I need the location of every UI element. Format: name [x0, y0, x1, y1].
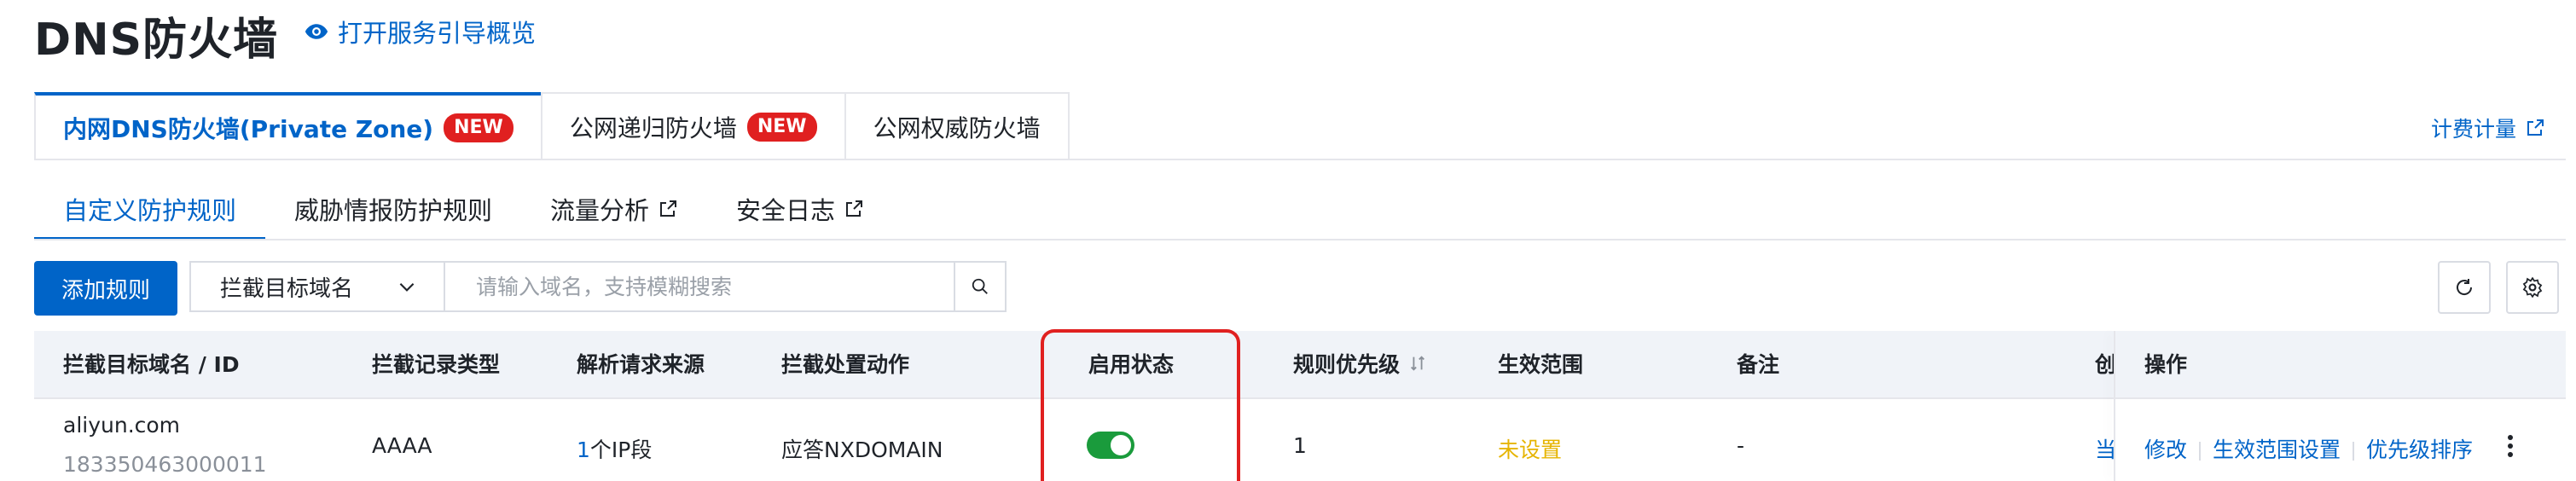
edit-link[interactable]: 修改: [2144, 438, 2187, 462]
filter-field-value: 拦截目标域名: [220, 275, 354, 302]
external-link-icon: [846, 200, 863, 217]
external-link-icon: [660, 200, 677, 217]
tab-public-authoritative-label: 公网权威防火墙: [873, 114, 1041, 142]
column-header-ops: 操作: [2144, 352, 2188, 377]
column-header-priority[interactable]: 规则优先级: [1293, 348, 1427, 379]
tab-traffic-analysis-label: 流量分析: [550, 196, 650, 225]
settings-button[interactable]: [2506, 261, 2559, 314]
more-vertical-icon: [2508, 435, 2513, 457]
sort-icon: [1411, 356, 1424, 371]
sub-tabs-divider: [34, 239, 2566, 240]
external-link-icon: [2527, 119, 2544, 136]
refresh-button[interactable]: [2438, 261, 2491, 314]
cell-action: 应答NXDOMAIN: [781, 438, 943, 462]
billing-link[interactable]: 计费计量: [2431, 113, 2545, 143]
column-header-source: 解析请求来源: [577, 352, 705, 377]
tab-traffic-analysis[interactable]: 流量分析: [521, 181, 707, 237]
header-divider: [34, 397, 2566, 399]
tab-security-logs[interactable]: 安全日志: [707, 181, 893, 237]
column-header-action: 拦截处置动作: [781, 352, 910, 377]
tab-private-zone-label: 内网DNS防火墙(Private Zone): [63, 115, 434, 143]
service-guide-link[interactable]: 打开服务引导概览: [304, 14, 536, 49]
add-rule-button[interactable]: 添加规则: [34, 261, 177, 316]
source-suffix: 个IP段: [589, 438, 653, 462]
new-badge: NEW: [444, 113, 513, 142]
scope-settings-link[interactable]: 生效范围设置: [2213, 438, 2341, 462]
tab-threat-intel-rules-label: 威胁情报防护规则: [294, 196, 493, 225]
tabs-divider: [34, 159, 2566, 160]
tab-threat-intel-rules[interactable]: 威胁情报防护规则: [265, 181, 521, 237]
column-header-note: 备注: [1737, 352, 1780, 377]
status-column-highlight: [1041, 329, 1240, 481]
divider: [2353, 442, 2355, 461]
ops-column-divider: [2114, 331, 2115, 481]
column-header-priority-label: 规则优先级: [1293, 352, 1401, 377]
product-tabs: 内网DNS防火墙(Private Zone) NEW 公网递归防火墙 NEW 公…: [34, 92, 1070, 160]
cell-domain: aliyun.com: [63, 413, 181, 438]
cell-scope: 未设置: [1498, 438, 1563, 462]
more-actions-button[interactable]: [2498, 433, 2523, 459]
column-header-domain: 拦截目标域名 / ID: [63, 352, 240, 377]
cell-created[interactable]: 当: [2095, 433, 2114, 464]
rule-tabs: 自定义防护规则 威胁情报防护规则 流量分析 安全日志: [34, 181, 893, 240]
tab-public-authoritative[interactable]: 公网权威防火墙: [844, 92, 1070, 160]
billing-label: 计费计量: [2431, 117, 2517, 142]
tab-public-recursive-label: 公网递归防火墙: [569, 114, 737, 142]
cell-priority: 1: [1293, 433, 1307, 458]
tab-security-logs-label: 安全日志: [736, 196, 836, 225]
gear-icon: [2522, 276, 2543, 298]
tab-public-recursive[interactable]: 公网递归防火墙 NEW: [540, 92, 846, 160]
search-box: [444, 261, 955, 312]
tab-custom-rules[interactable]: 自定义防护规则: [34, 181, 266, 240]
divider: [2199, 442, 2202, 461]
page-title: DNS防火墙: [34, 14, 279, 66]
chevron-down-icon: [399, 282, 415, 292]
refresh-icon: [2457, 279, 2473, 295]
cell-note: -: [1737, 433, 1745, 458]
column-header-scope: 生效范围: [1498, 352, 1584, 377]
search-icon: [972, 278, 988, 294]
tab-private-zone[interactable]: 内网DNS防火墙(Private Zone) NEW: [34, 92, 542, 160]
cell-record-type: AAAA: [372, 433, 432, 458]
priority-sort-link[interactable]: 优先级排序: [2366, 438, 2473, 462]
column-header-record-type: 拦截记录类型: [372, 352, 501, 377]
tab-custom-rules-label: 自定义防护规则: [63, 196, 237, 225]
filter-field-select[interactable]: 拦截目标域名: [189, 261, 445, 312]
search-button[interactable]: [954, 261, 1007, 312]
cell-source: 1个IP段: [577, 433, 652, 464]
eye-icon: [305, 24, 328, 39]
source-count-link[interactable]: 1: [577, 438, 590, 462]
search-input[interactable]: [474, 273, 921, 300]
cell-rule-id: 183350463000011: [63, 452, 267, 477]
column-header-created: 创: [2095, 352, 2114, 377]
service-guide-label: 打开服务引导概览: [338, 19, 537, 48]
new-badge: NEW: [746, 113, 817, 142]
cell-ops: 修改 生效范围设置 优先级排序: [2144, 433, 2473, 464]
